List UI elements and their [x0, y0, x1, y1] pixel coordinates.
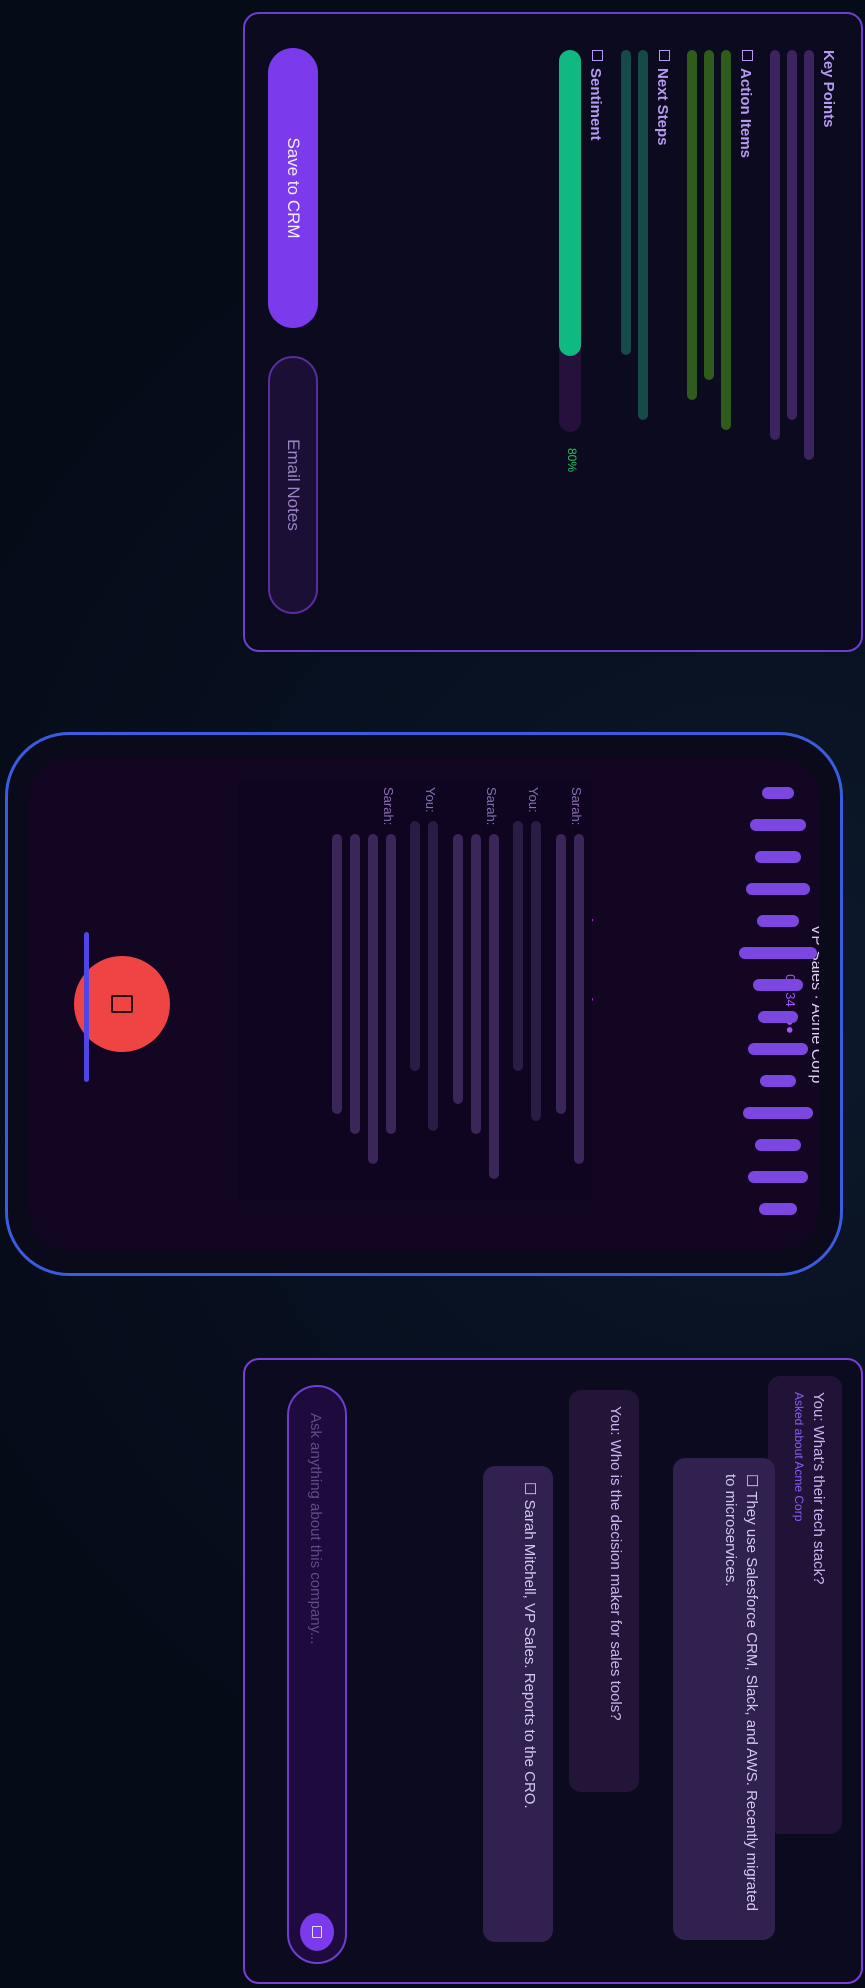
waveform-bar [757, 915, 799, 927]
assistant-message: ☐ Sarah Mitchell, VP Sales. Reports to t… [483, 1466, 553, 1942]
waveform-bar [739, 947, 817, 959]
rotated-stage: Key Points Action Items Next Steps Senti… [0, 0, 865, 1988]
waveform-bar [759, 1203, 797, 1215]
waveform-bar [753, 979, 803, 991]
summary-panel: Key Points Action Items Next Steps Senti… [243, 12, 863, 652]
next-steps-line [621, 50, 631, 355]
chat-input[interactable] [301, 1411, 331, 1845]
waveform-bar [746, 883, 810, 895]
transcript-box: Sarah: You: Sarah: You: Sarah: [237, 781, 592, 1201]
transcript-line [368, 834, 378, 1164]
key-points-line [804, 50, 814, 460]
checkbox-icon [742, 50, 753, 61]
speaker-label: Sarah: [484, 787, 499, 826]
key-points-line [770, 50, 780, 440]
waveform-bar [748, 1171, 808, 1183]
transcript-line [489, 834, 499, 1179]
key-points-line [787, 50, 797, 420]
action-items-line [721, 50, 731, 430]
sentiment-fill [559, 50, 581, 356]
transcript-line [574, 834, 584, 1164]
call-title: VP Sales · Acme Corp [808, 924, 819, 1084]
action-items-heading: Action Items [737, 50, 754, 158]
transcript-line [513, 821, 523, 1071]
waveform-bar [748, 1043, 808, 1055]
checkbox-icon [659, 50, 670, 61]
waveform-bar [758, 1011, 798, 1023]
assistant-message: ☐ They use Salesforce CRM, Slack, and AW… [673, 1458, 775, 1940]
waveform-bar [760, 1075, 796, 1087]
transcript-line [453, 834, 463, 1104]
transcript-line [471, 834, 481, 1134]
transcript-line [531, 821, 541, 1121]
message-text: You: What's their tech stack? [810, 1392, 827, 1585]
key-points-heading: Key Points [820, 50, 837, 128]
checkbox-icon [592, 50, 603, 61]
message-context: Asked about Acme Corp [792, 1392, 806, 1522]
waveform-bar [762, 787, 794, 799]
speaker-label: You: [423, 787, 438, 813]
waveform-bar [755, 851, 801, 863]
speaker-label: Sarah: [569, 787, 584, 826]
transcript-line [332, 834, 342, 1114]
transcript-line [410, 821, 420, 1071]
transcript-line [350, 834, 360, 1134]
home-indicator [84, 932, 89, 1082]
email-notes-button[interactable]: Email Notes [268, 356, 318, 614]
speaker-label: Sarah: [381, 787, 396, 826]
transcript-line [556, 834, 566, 1114]
user-message: You: What's their tech stack? Asked abou… [768, 1376, 842, 1834]
chat-input-bar [287, 1385, 347, 1964]
send-icon [312, 1926, 322, 1938]
user-message: You: Who is the decision maker for sales… [569, 1390, 639, 1792]
stop-icon [111, 995, 133, 1013]
speaker-label: You: [526, 787, 541, 813]
waveform-bar [750, 819, 806, 831]
next-steps-line [638, 50, 648, 420]
save-to-crm-button[interactable]: Save to CRM [268, 48, 318, 328]
waveform-bar [743, 1107, 813, 1119]
action-items-line [704, 50, 714, 380]
action-items-line [687, 50, 697, 400]
transcript-line [428, 821, 438, 1131]
sentiment-heading: Sentiment [587, 50, 604, 141]
sentiment-value: 80% [565, 448, 579, 473]
next-steps-heading: Next Steps [654, 50, 671, 146]
waveform-bar [755, 1139, 801, 1151]
transcript-line [386, 834, 396, 1134]
send-button[interactable] [300, 1913, 334, 1951]
